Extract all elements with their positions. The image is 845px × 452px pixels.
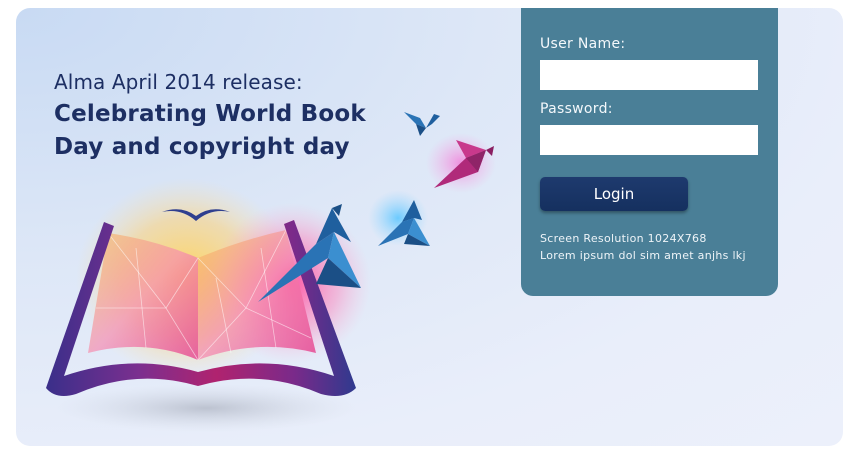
screen-resolution-text: Screen Resolution 1024X768	[540, 232, 707, 245]
password-field[interactable]	[540, 125, 758, 155]
password-label: Password:	[540, 101, 613, 117]
username-label: User Name:	[540, 36, 626, 52]
login-panel: User Name: Password: Login Screen Resolu…	[521, 8, 778, 296]
lorem-ipsum-text: Lorem ipsum dol sim amet anjhs lkj	[540, 249, 746, 262]
info-text: Screen Resolution 1024X768 Lorem ipsum d…	[540, 230, 746, 264]
headline-line-1: Celebrating World Book	[54, 101, 366, 127]
headline-line-2: Day and copyright day	[54, 134, 350, 160]
login-button[interactable]: Login	[540, 177, 688, 211]
login-page: Alma April 2014 release: Celebrating Wor…	[16, 8, 843, 446]
username-field[interactable]	[540, 60, 758, 90]
release-line: Alma April 2014 release:	[54, 70, 303, 94]
hero-text: Alma April 2014 release: Celebrating Wor…	[54, 68, 366, 164]
